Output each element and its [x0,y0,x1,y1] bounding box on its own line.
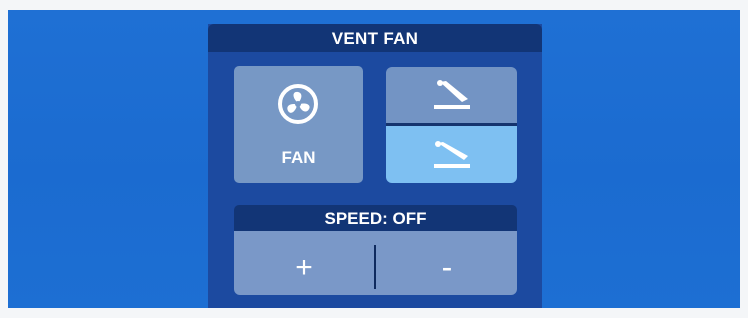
fan-toggle-button[interactable]: FAN [234,66,363,183]
panel-title: VENT FAN [208,24,542,52]
speed-increase-button[interactable]: + [234,231,374,295]
speed-decrease-button[interactable]: - [377,231,517,295]
louver-closed-icon [434,141,470,168]
louver-open-button[interactable] [386,67,517,123]
fan-icon [278,84,318,124]
speed-status-label: SPEED: OFF [234,205,517,231]
vent-fan-panel: VENT FAN FAN SPEED: OFF + - [208,24,542,308]
speed-control: + - [234,231,517,295]
louver-open-icon [434,80,470,109]
louver-closed-button[interactable] [386,126,517,183]
speed-divider [374,245,376,289]
fan-button-label: FAN [281,148,316,167]
